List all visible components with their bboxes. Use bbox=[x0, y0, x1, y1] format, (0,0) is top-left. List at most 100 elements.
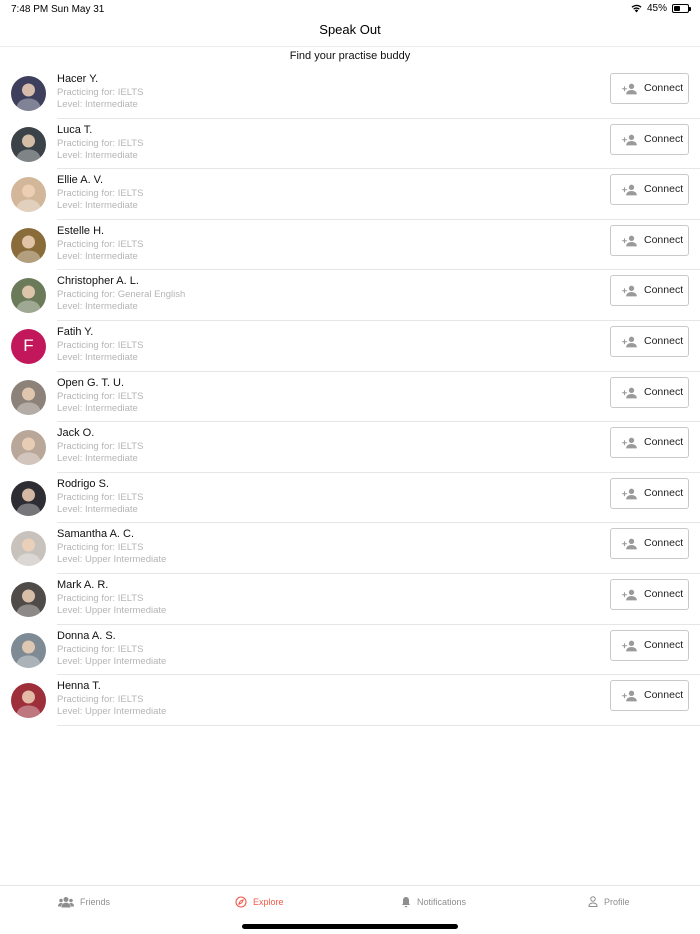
header-divider bbox=[0, 46, 700, 47]
add-person-icon bbox=[622, 690, 637, 702]
connect-button[interactable]: Connect bbox=[610, 578, 689, 610]
add-person-icon bbox=[622, 539, 637, 550]
connect-label: Connect bbox=[644, 132, 684, 145]
user-level: Level: Upper Intermediate bbox=[57, 604, 167, 616]
user-row: Rodrigo S. Practicing for: IELTS Level: … bbox=[0, 473, 700, 524]
user-row: Luca T. Practicing for: IELTS Level: Int… bbox=[0, 119, 700, 170]
add-person-icon bbox=[622, 184, 637, 196]
connect-button[interactable]: Connect bbox=[610, 528, 689, 560]
connect-label: Connect bbox=[644, 284, 684, 297]
avatar-initial: F bbox=[23, 336, 34, 356]
battery-level-fill bbox=[674, 6, 680, 11]
avatar-photo bbox=[16, 589, 41, 617]
user-level: Level: Intermediate bbox=[57, 99, 138, 110]
add-person-icon bbox=[622, 286, 637, 297]
user-level: Level: Intermediate bbox=[57, 503, 138, 515]
battery-icon bbox=[672, 4, 691, 13]
user-level: Level: Intermediate bbox=[57, 250, 138, 262]
user-practicing-for: Practicing for: IELTS bbox=[57, 592, 144, 604]
user-avatar bbox=[11, 126, 46, 162]
tab-profile-label: Profile bbox=[604, 896, 630, 907]
user-name: Rodrigo S. bbox=[57, 477, 109, 490]
status-bar: 7:48 PM Sun May 31 45% bbox=[0, 0, 700, 18]
avatar-photo bbox=[16, 690, 41, 719]
user-level: Level: Intermediate bbox=[57, 301, 138, 313]
user-practicing-for: Practicing for: IELTS bbox=[57, 87, 144, 98]
user-avatar bbox=[11, 76, 46, 111]
connect-button[interactable]: Connect bbox=[610, 224, 689, 256]
tab-profile[interactable]: Profile bbox=[588, 896, 630, 907]
connect-button[interactable]: Connect bbox=[610, 123, 689, 155]
user-row: Ellie A. V. Practicing for: IELTS Level:… bbox=[0, 169, 700, 220]
add-person-icon bbox=[622, 437, 637, 449]
connect-label: Connect bbox=[644, 233, 684, 246]
status-date: Sun May 31 bbox=[51, 4, 105, 15]
add-person-icon bbox=[622, 589, 637, 601]
tab-notifications-label: Notifications bbox=[417, 897, 467, 907]
user-level: Level: Intermediate bbox=[57, 453, 138, 465]
user-row: Christopher A. L. Practicing for: Genera… bbox=[0, 270, 700, 321]
page-title: Speak Out bbox=[319, 22, 381, 37]
connect-button[interactable]: Connect bbox=[610, 629, 689, 661]
connect-label: Connect bbox=[644, 385, 684, 398]
avatar-photo bbox=[16, 437, 41, 466]
page-subtitle: Find your practise buddy bbox=[289, 50, 411, 62]
user-avatar bbox=[11, 278, 46, 314]
tab-explore-label: Explore bbox=[253, 897, 284, 907]
add-person-icon bbox=[622, 134, 637, 145]
add-person-icon bbox=[622, 488, 637, 500]
connect-label: Connect bbox=[644, 638, 684, 651]
connect-button[interactable]: Connect bbox=[610, 427, 689, 459]
user-name: Hacer Y. bbox=[57, 73, 99, 85]
user-practicing-for: Practicing for: IELTS bbox=[57, 441, 144, 453]
connect-label: Connect bbox=[644, 183, 684, 196]
user-level: Level: Upper Intermediate bbox=[57, 554, 167, 566]
user-avatar: F bbox=[11, 328, 46, 364]
tab-explore[interactable]: Explore bbox=[235, 896, 284, 908]
user-row: F Fatih Y. Practicing for: IELTS Level: … bbox=[0, 321, 700, 372]
status-time: 7:48 PM bbox=[11, 4, 49, 15]
avatar-photo bbox=[16, 387, 41, 415]
user-row: Donna A. S. Practicing for: IELTS Level:… bbox=[0, 625, 700, 676]
user-practicing-for: Practicing for: IELTS bbox=[57, 643, 144, 655]
user-name: Estelle H. bbox=[57, 224, 105, 237]
user-avatar bbox=[11, 683, 46, 719]
battery-percentage: 45% bbox=[646, 3, 667, 14]
user-practicing-for: Practicing for: IELTS bbox=[57, 339, 144, 351]
connect-button[interactable]: Connect bbox=[610, 174, 689, 206]
tab-notifications[interactable]: Notifications bbox=[401, 896, 466, 908]
user-practicing-for: Practicing for: IELTS bbox=[57, 137, 144, 149]
connect-button[interactable]: Connect bbox=[610, 477, 689, 509]
friends-icon bbox=[58, 897, 74, 908]
user-name: Donna A. S. bbox=[57, 629, 116, 642]
user-practicing-for: Practicing for: IELTS bbox=[57, 188, 144, 200]
add-person-icon bbox=[622, 387, 637, 398]
person-icon bbox=[588, 896, 598, 907]
home-indicator bbox=[242, 924, 458, 929]
connect-button[interactable]: Connect bbox=[610, 275, 689, 307]
user-practicing-for: Practicing for: General English bbox=[57, 289, 186, 301]
user-name: Henna T. bbox=[57, 680, 101, 693]
user-name: Jack O. bbox=[57, 427, 95, 440]
connect-button[interactable]: Connect bbox=[610, 73, 689, 104]
connect-button[interactable]: Connect bbox=[610, 325, 689, 357]
user-avatar bbox=[11, 177, 46, 213]
connect-button[interactable]: Connect bbox=[610, 376, 689, 408]
user-name: Fatih Y. bbox=[57, 325, 94, 338]
avatar-photo bbox=[16, 134, 41, 162]
tab-friends[interactable]: Friends bbox=[58, 896, 110, 908]
user-row: Mark A. R. Practicing for: IELTS Level: … bbox=[0, 574, 700, 625]
connect-button[interactable]: Connect bbox=[610, 680, 689, 712]
connect-label: Connect bbox=[644, 486, 684, 499]
user-level: Level: Intermediate bbox=[57, 351, 138, 363]
wifi-icon bbox=[631, 4, 642, 13]
add-person-icon bbox=[622, 235, 637, 247]
user-practicing-for: Practicing for: IELTS bbox=[57, 694, 144, 706]
user-level: Level: Upper Intermediate bbox=[57, 706, 167, 718]
user-row: Estelle H. Practicing for: IELTS Level: … bbox=[0, 220, 700, 271]
avatar-photo bbox=[16, 184, 41, 213]
user-name: Mark A. R. bbox=[57, 578, 109, 591]
user-name: Ellie A. V. bbox=[57, 174, 104, 187]
connect-label: Connect bbox=[644, 537, 684, 550]
user-row: Samantha A. C. Practicing for: IELTS Lev… bbox=[0, 523, 700, 574]
